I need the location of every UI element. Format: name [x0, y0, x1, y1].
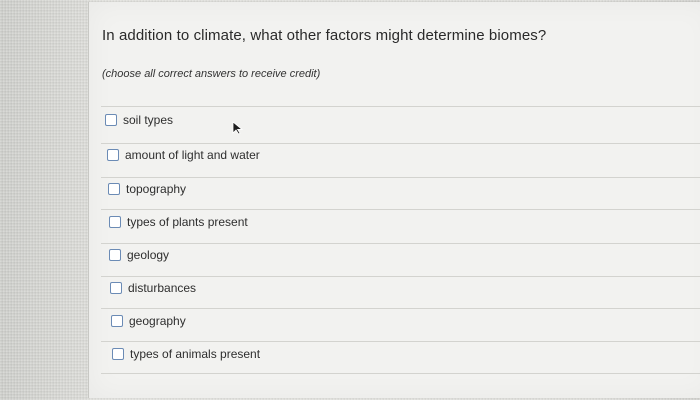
answer-option-types-of-plants-present[interactable]: types of plants present	[109, 211, 248, 233]
checkbox-icon[interactable]	[110, 282, 122, 294]
checkbox-icon[interactable]	[109, 216, 121, 228]
answer-label[interactable]: geography	[129, 314, 186, 328]
answer-option-amount-of-light-and-water[interactable]: amount of light and water	[107, 144, 260, 166]
divider	[101, 209, 700, 210]
answer-label[interactable]: types of animals present	[130, 347, 260, 361]
divider	[101, 373, 700, 374]
mouse-pointer-icon	[232, 121, 244, 135]
divider	[101, 106, 700, 107]
question-panel: In addition to climate, what other facto…	[88, 2, 700, 398]
checkbox-icon[interactable]	[107, 149, 119, 161]
checkbox-icon[interactable]	[105, 114, 117, 126]
checkbox-icon[interactable]	[108, 183, 120, 195]
checkbox-icon[interactable]	[109, 249, 121, 261]
answer-label[interactable]: amount of light and water	[125, 148, 260, 162]
answer-option-topography[interactable]: topography	[108, 178, 186, 200]
divider	[101, 243, 700, 244]
checkbox-icon[interactable]	[112, 348, 124, 360]
divider	[101, 308, 700, 309]
answer-option-geology[interactable]: geology	[109, 244, 169, 266]
answer-label[interactable]: disturbances	[128, 281, 196, 295]
answer-option-disturbances[interactable]: disturbances	[110, 277, 196, 299]
question-instructions: (choose all correct answers to receive c…	[102, 68, 321, 80]
answer-label[interactable]: types of plants present	[127, 215, 248, 229]
answer-option-types-of-animals-present[interactable]: types of animals present	[112, 343, 260, 365]
checkbox-icon[interactable]	[111, 315, 123, 327]
answer-option-soil-types[interactable]: soil types	[105, 109, 173, 131]
answer-label[interactable]: soil types	[123, 113, 173, 127]
question-title: In addition to climate, what other facto…	[102, 27, 547, 44]
divider	[101, 341, 700, 342]
answer-label[interactable]: topography	[126, 182, 186, 196]
answer-option-geography[interactable]: geography	[111, 310, 186, 332]
answer-label[interactable]: geology	[127, 248, 169, 262]
divider	[101, 177, 700, 178]
